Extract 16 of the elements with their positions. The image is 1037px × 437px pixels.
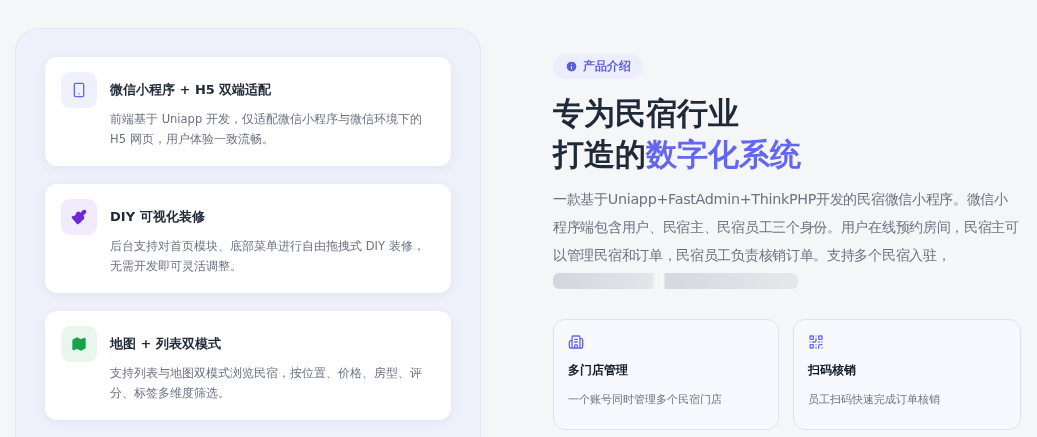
feature-title: 微信小程序 + H5 双端适配 [110, 81, 273, 99]
feature-description: 后台支持对首页模块、底部菜单进行自由拖拽式 DIY 装修，无需开发即可灵活调整。 [110, 238, 426, 275]
highlight-title: 多门店管理 [568, 362, 629, 379]
section-badge: 产品介绍 [553, 54, 643, 79]
headline: 专为民宿行业 打造的数字化系统 [553, 94, 802, 174]
building-icon [568, 334, 584, 350]
highlight-title: 扫码核销 [808, 362, 857, 379]
highlight-description: 一个账号同时管理多个民宿门店 [568, 393, 723, 407]
feature-description: 支持列表与地图双模式浏览民宿，按位置、价格、房型、评分、标签多维度筛选。 [110, 365, 423, 402]
feature-title: 地图 + 列表双模式 [110, 335, 222, 353]
feature-description: 前端基于 Uniapp 开发，仅适配微信小程序与微信环境下的 H5 网页，用户体验一致流畅。 [110, 111, 423, 148]
feature-title: DIY 可视化装修 [110, 208, 206, 226]
intro-paragraph: 一款基于Uniapp+FastAdmin+ThinkPHP开发的民宿微信小程序。微信小程序端包含用户、民宿主、民宿员工三个身份。用户在线预约房间，民宿主可以管理民宿和订单，民宿员工负责核销订单。支持多个民宿入驻， [553, 190, 1020, 265]
qr-code-icon [808, 334, 824, 350]
info-icon [565, 60, 578, 73]
highlight-description: 员工扫码快速完成订单核销 [808, 393, 941, 407]
